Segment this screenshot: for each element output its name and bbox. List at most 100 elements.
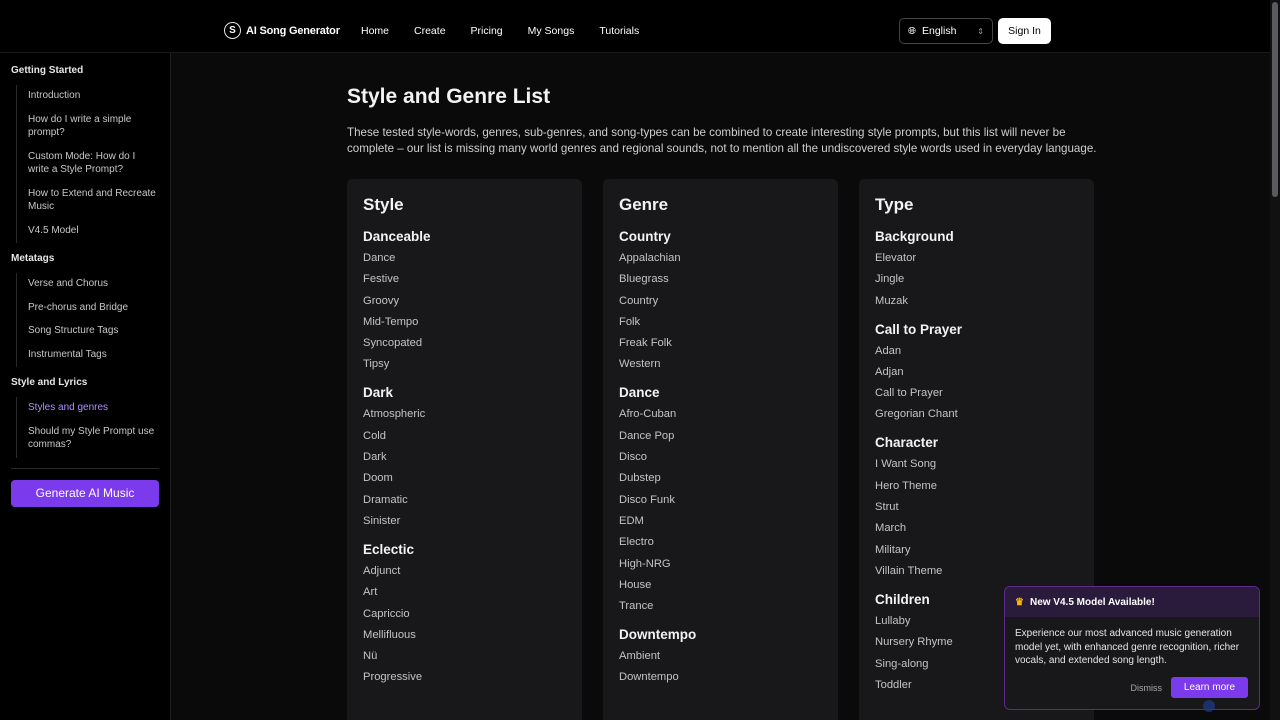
sign-in-button[interactable]: Sign In (998, 18, 1051, 44)
sidebar-list: Verse and Chorus Pre-chorus and Bridge S… (16, 273, 159, 367)
card-title: Style (363, 195, 404, 214)
sidebar-item-song-structure-tags[interactable]: Song Structure Tags (28, 320, 159, 344)
crown-icon: ♛ (1015, 596, 1024, 608)
list-item: March (875, 522, 907, 535)
brand-name: AI Song Generator (246, 24, 340, 37)
list-item: Cold (363, 429, 387, 442)
list-item: Disco (619, 451, 647, 464)
sidebar-item-custom-mode[interactable]: Custom Mode: How do I write a Style Prom… (28, 146, 159, 183)
sidebar-item-v45-model[interactable]: V4.5 Model (28, 220, 159, 244)
list-item: Afro-Cuban (619, 408, 677, 421)
page-scrollbar[interactable] (1270, 0, 1280, 720)
list-item: Capriccio (363, 607, 410, 620)
nav-home[interactable]: Home (361, 25, 389, 37)
list-item: Mid-Tempo (363, 315, 419, 328)
list-item: Jingle (875, 273, 905, 286)
list-item: Sinister (363, 514, 401, 527)
list-item: Tipsy (363, 358, 390, 371)
nav-create[interactable]: Create (414, 25, 446, 37)
list-item: Adjan (875, 365, 904, 378)
chevron-updown-icon: ⇕ (977, 26, 984, 36)
group-title: Danceable (363, 229, 431, 244)
group-downtempo: Downtempo Ambient Downtempo (619, 627, 822, 684)
group-background: Background Elevator Jingle Muzak (875, 229, 1078, 308)
nav-tutorials[interactable]: Tutorials (599, 25, 639, 37)
list-item: Adjunct (363, 564, 401, 577)
list-item: Disco Funk (619, 493, 675, 506)
list-item: Gregorian Chant (875, 408, 958, 421)
group-title: Character (875, 435, 939, 451)
list-item: Country (619, 294, 659, 307)
language-select[interactable]: 🌐︎ English ⇕ (899, 18, 993, 44)
sidebar-item-prechorus-bridge[interactable]: Pre-chorus and Bridge (28, 297, 159, 321)
group-danceable: Danceable Dance Festive Groovy Mid-Tempo… (363, 229, 566, 371)
language-value: English (922, 25, 957, 37)
group-title: Eclectic (363, 541, 415, 557)
page-title: Style and Genre List (347, 85, 551, 108)
list-item: EDM (619, 514, 644, 527)
brand[interactable]: S AI Song Generator (224, 22, 340, 39)
nav-my-songs[interactable]: My Songs (528, 25, 575, 37)
list-item: Dance Pop (619, 429, 675, 442)
group-title: Dark (363, 385, 394, 401)
list-item: Festive (363, 273, 400, 286)
popup-header: ♛ New V4.5 Model Available! (1005, 587, 1259, 617)
sidebar-item-simple-prompt[interactable]: How do I write a simple prompt? (28, 109, 159, 146)
list-item: Freak Folk (619, 337, 672, 350)
list-item: Hero Theme (875, 479, 937, 492)
learn-more-button[interactable]: Learn more (1171, 677, 1248, 698)
sidebar-item-style-commas[interactable]: Should my Style Prompt use commas? (28, 421, 159, 458)
list-item: Dark (363, 451, 387, 464)
group-title: Downtempo (619, 627, 697, 643)
popup-actions: Dismiss Learn more (1131, 677, 1248, 698)
sidebar-section-title: Getting Started (11, 65, 84, 76)
popup-body: Experience our most advanced music gener… (1015, 628, 1240, 666)
sidebar-list: Introduction How do I write a simple pro… (16, 85, 159, 243)
sidebar-item-instrumental-tags[interactable]: Instrumental Tags (28, 344, 159, 368)
list-item: Dubstep (619, 472, 661, 485)
group-character: Character I Want Song Hero Theme Strut M… (875, 435, 1078, 577)
sidebar-list: Styles and genres Should my Style Prompt… (16, 397, 159, 458)
badge-icon[interactable] (1203, 700, 1215, 712)
group-dark: Dark Atmospheric Cold Dark Doom Dramatic… (363, 385, 566, 527)
group-country: Country Appalachian Bluegrass Country Fo… (619, 229, 822, 371)
card-title: Genre (619, 195, 669, 214)
list-item: Ambient (619, 650, 661, 663)
list-item: Appalachian (619, 252, 681, 264)
list-item: Doom (363, 472, 393, 485)
sidebar-section-title: Metatags (11, 253, 55, 264)
top-header: S AI Song Generator Home Create Pricing … (0, 0, 1270, 53)
list-item: Bluegrass (619, 273, 669, 286)
list-item: Military (875, 543, 911, 556)
list-item: Villain Theme (875, 564, 943, 577)
docs-sidebar: Getting Started Introduction How do I wr… (0, 53, 171, 720)
list-item: Call to Prayer (875, 387, 943, 400)
list-item: Folk (619, 315, 641, 328)
list-item: Adan (875, 344, 902, 357)
group-eclectic: Eclectic Adjunct Art Capriccio Mellifluo… (363, 542, 566, 684)
list-item: Nü (363, 650, 378, 663)
sidebar-section-title: Style and Lyrics (11, 377, 88, 388)
list-item: Strut (875, 501, 899, 514)
scrollbar-thumb[interactable] (1272, 2, 1278, 197)
dismiss-button[interactable]: Dismiss (1131, 683, 1163, 693)
sidebar-divider (11, 467, 159, 469)
list-item: Western (619, 358, 661, 371)
nav-pricing[interactable]: Pricing (471, 25, 503, 37)
sidebar-item-verse-chorus[interactable]: Verse and Chorus (28, 273, 159, 297)
sidebar-item-introduction[interactable]: Introduction (28, 85, 159, 109)
group-title: Background (875, 229, 954, 244)
sidebar-item-styles-genres[interactable]: Styles and genres (28, 397, 159, 421)
group-dance: Dance Afro-Cuban Dance Pop Disco Dubstep… (619, 385, 822, 613)
genre-card: Genre Country Appalachian Bluegrass Coun… (603, 179, 838, 720)
group-title: Call to Prayer (875, 321, 963, 337)
list-item: High-NRG (619, 557, 671, 570)
list-item: Dance (363, 252, 396, 264)
generate-ai-music-button[interactable]: Generate AI Music (11, 479, 159, 507)
intro-paragraph: These tested style-words, genres, sub-ge… (347, 126, 1097, 155)
list-item: Electro (619, 536, 654, 549)
list-item: Art (363, 586, 378, 599)
list-item: House (619, 578, 652, 591)
group-call-to-prayer: Call to Prayer Adan Adjan Call to Prayer… (875, 322, 1078, 422)
sidebar-item-extend-recreate[interactable]: How to Extend and Recreate Music (28, 183, 159, 220)
